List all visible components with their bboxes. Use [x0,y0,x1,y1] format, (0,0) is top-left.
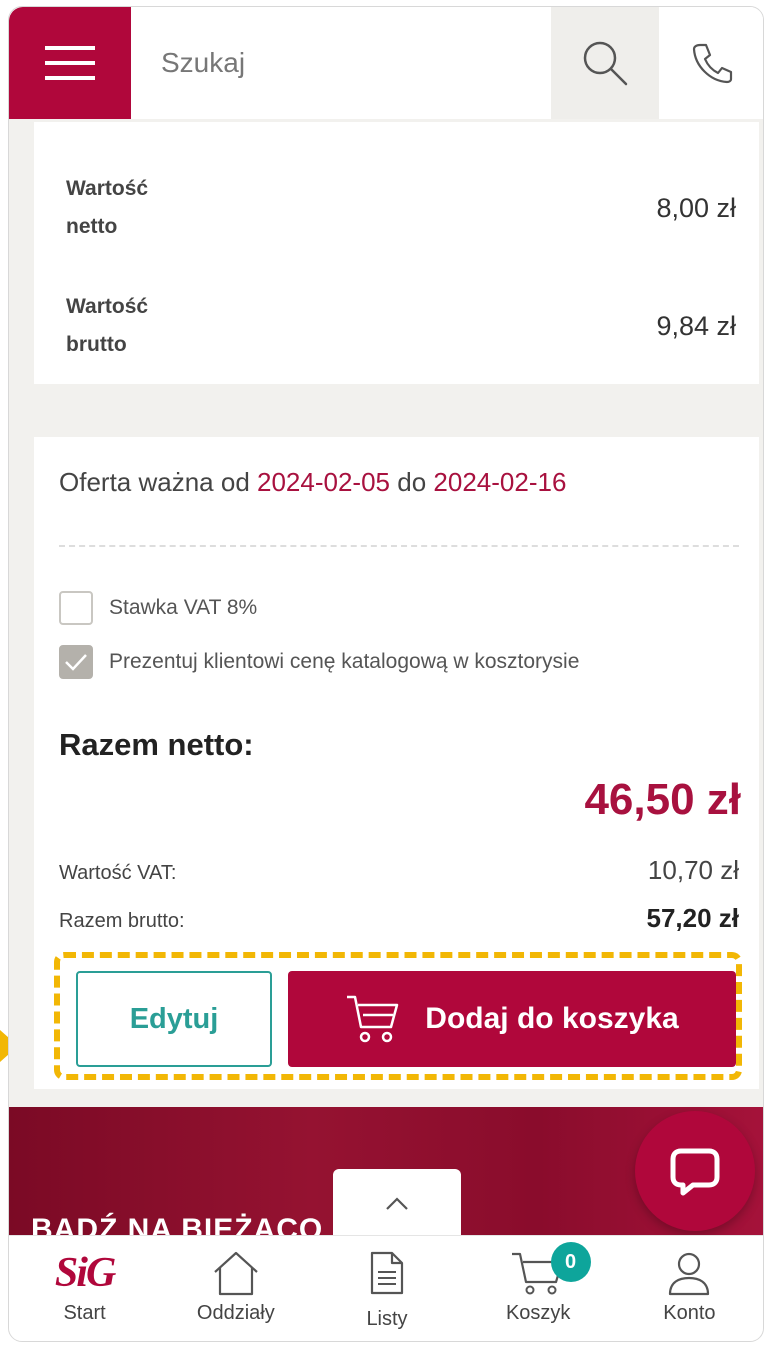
app-frame: Wartość netto 8,00 zł Wartość brutto 9,8… [8,6,764,1342]
search-icon [583,41,628,86]
nav-start-label: Start [63,1302,106,1324]
brutto-row: Wartość brutto 9,84 zł [66,288,736,364]
nav-cart-label: Koszyk [505,1302,571,1324]
search-input[interactable] [131,7,551,119]
cart-icon [347,995,399,1043]
catalog-price-label: Prezentuj klientowi cenę katalogową w ko… [109,650,580,673]
scroll-to-top-button[interactable] [333,1169,461,1239]
netto-row: Wartość netto 8,00 zł [66,170,736,246]
catalog-price-option[interactable]: Prezentuj klientowi cenę katalogową w ko… [59,645,579,679]
nav-start[interactable]: SiG Start [9,1236,160,1341]
dashed-divider [59,545,739,547]
offer-card: Oferta ważna od 2024-02-05 do 2024-02-16… [34,437,759,1089]
vat-option[interactable]: Stawka VAT 8% [59,591,257,625]
nav-lists-label: Listy [366,1308,408,1330]
top-header [9,7,763,119]
vat-value: 10,70 zł [647,855,739,885]
search-button[interactable] [551,7,659,119]
edit-button[interactable]: Edytuj [76,971,272,1067]
bottom-navigation: SiG Start Oddziały Listy 0 Koszyk Konto [9,1235,763,1341]
chat-button[interactable] [635,1111,755,1231]
total-brutto-label: Razem brutto: [59,910,185,932]
add-to-cart-label: Dodaj do koszyka [425,1002,679,1035]
vat-row: Wartość VAT: 10,70 zł [59,855,739,886]
nav-cart[interactable]: 0 Koszyk [463,1236,614,1341]
home-icon [214,1251,258,1296]
phone-button[interactable] [659,7,763,119]
vat-checkbox[interactable] [59,591,93,625]
checkmark-icon [65,654,87,671]
nav-lists[interactable]: Listy [311,1236,462,1341]
total-netto-label: Razem netto: [59,727,254,762]
brutto-label: Wartość brutto [66,295,149,356]
vat-option-label: Stawka VAT 8% [109,596,258,619]
total-brutto-value: 57,20 zł [646,903,739,933]
add-to-cart-button[interactable]: Dodaj do koszyka [288,971,736,1067]
sig-logo: SiG [54,1250,116,1296]
cart-count-badge: 0 [550,1242,591,1282]
brutto-value: 9,84 zł [656,310,736,341]
offer-validity: Oferta ważna od 2024-02-05 do 2024-02-16 [59,467,566,498]
phone-icon [692,43,733,84]
hamburger-icon [45,46,95,80]
netto-value: 8,00 zł [656,192,736,223]
nav-branches-label: Oddziały [196,1302,275,1324]
nav-account[interactable]: Konto [614,1236,763,1341]
offer-prefix: Oferta ważna od [59,467,250,497]
chat-bubble-icon [670,1148,720,1196]
user-icon [669,1252,710,1296]
nav-branches[interactable]: Oddziały [160,1236,311,1341]
catalog-price-checkbox[interactable] [59,645,93,679]
document-icon [370,1251,404,1295]
offer-mid: do [397,467,427,497]
total-brutto-row: Razem brutto: 57,20 zł [59,903,739,934]
menu-button[interactable] [9,7,131,119]
value-summary-card: Wartość netto 8,00 zł Wartość brutto 9,8… [34,122,759,384]
vat-label: Wartość VAT: [59,862,177,884]
netto-label: Wartość netto [66,177,149,238]
offer-from-date: 2024-02-05 [257,467,391,497]
offer-to-date: 2024-02-16 [433,467,567,497]
chevron-up-icon [386,1197,408,1210]
nav-account-label: Konto [663,1302,716,1324]
total-netto-value: 46,50 zł [584,775,741,824]
